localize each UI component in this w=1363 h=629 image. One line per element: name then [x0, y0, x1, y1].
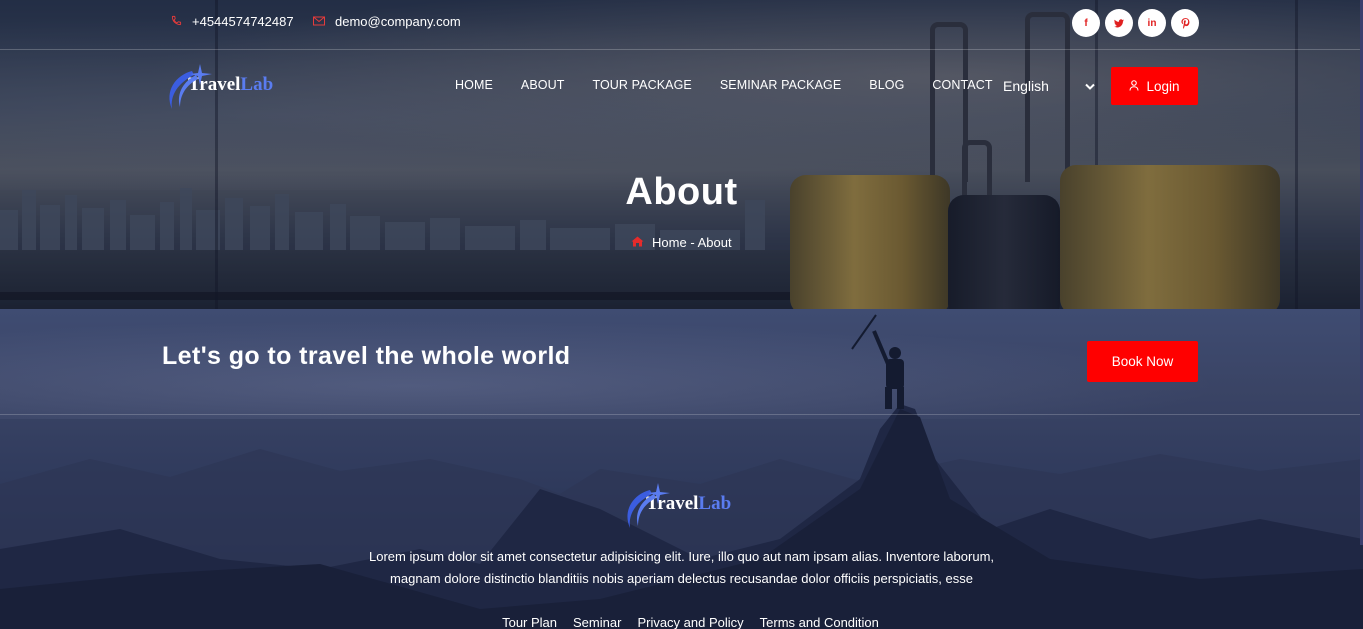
cta-divider: [0, 414, 1363, 415]
nav-home[interactable]: HOME: [455, 78, 493, 92]
envelope-icon: [313, 15, 325, 29]
footer-section: Let's go to travel the whole world Book …: [0, 309, 1363, 629]
cta-headline: Let's go to travel the whole world: [162, 342, 571, 370]
linkedin-icon[interactable]: in: [1138, 9, 1166, 37]
footer-link-tour-plan[interactable]: Tour Plan: [502, 615, 557, 629]
login-label: Login: [1146, 78, 1180, 94]
page-header-banner: +4544574742487 demo@company.com f in Tra…: [0, 0, 1363, 309]
email-address: demo@company.com: [335, 14, 461, 29]
breadcrumb-current: About: [697, 235, 732, 250]
language-select[interactable]: English: [1003, 78, 1095, 94]
footer-description: Lorem ipsum dolor sit amet consectetur a…: [340, 546, 1023, 590]
footer-link-privacy-policy[interactable]: Privacy and Policy: [637, 615, 743, 629]
email-contact[interactable]: demo@company.com: [313, 14, 461, 29]
footer-link-terms[interactable]: Terms and Condition: [760, 615, 879, 629]
logo-text-secondary: Lab: [240, 74, 274, 95]
topbar-divider: [0, 49, 1363, 50]
nav-seminar-package[interactable]: SEMINAR PACKAGE: [720, 78, 841, 92]
plane-logo-icon: [620, 480, 670, 528]
twitter-icon[interactable]: [1105, 9, 1133, 37]
plane-logo-icon: [162, 61, 212, 109]
breadcrumb: Home - About: [0, 235, 1363, 250]
site-logo[interactable]: TravelLab: [162, 61, 273, 109]
footer-logo[interactable]: TravelLab: [620, 480, 731, 528]
footer-link-seminar[interactable]: Seminar: [573, 615, 621, 629]
nav-contact[interactable]: CONTACT: [932, 78, 992, 92]
footer-description-line: magnam dolore distinctio blanditiis nobi…: [390, 571, 973, 586]
breadcrumb-separator: -: [686, 235, 698, 250]
home-icon: [631, 235, 648, 250]
logo-text-secondary: Lab: [698, 493, 732, 514]
banner-overlay: [0, 0, 1363, 309]
social-links: f in: [1072, 9, 1199, 37]
phone-contact[interactable]: +4544574742487: [171, 14, 294, 29]
main-navigation: HOME ABOUT TOUR PACKAGE SEMINAR PACKAGE …: [455, 78, 993, 92]
page-title: About: [625, 171, 738, 213]
chevron-down-icon: [1085, 78, 1095, 94]
facebook-icon[interactable]: f: [1072, 9, 1100, 37]
nav-tour-package[interactable]: TOUR PACKAGE: [592, 78, 691, 92]
footer-description-line: Lorem ipsum dolor sit amet consectetur a…: [368, 549, 995, 564]
phone-number: +4544574742487: [192, 14, 294, 29]
phone-icon: [171, 15, 182, 29]
language-value: English: [1003, 78, 1049, 94]
pinterest-icon[interactable]: [1171, 9, 1199, 37]
footer-links: Tour Plan Seminar Privacy and Policy Ter…: [0, 615, 1363, 629]
nav-about[interactable]: ABOUT: [521, 78, 565, 92]
nav-blog[interactable]: BLOG: [869, 78, 904, 92]
book-now-button[interactable]: Book Now: [1087, 341, 1198, 382]
login-button[interactable]: Login: [1111, 67, 1198, 105]
user-icon: [1129, 79, 1140, 94]
breadcrumb-home[interactable]: Home: [652, 235, 687, 250]
